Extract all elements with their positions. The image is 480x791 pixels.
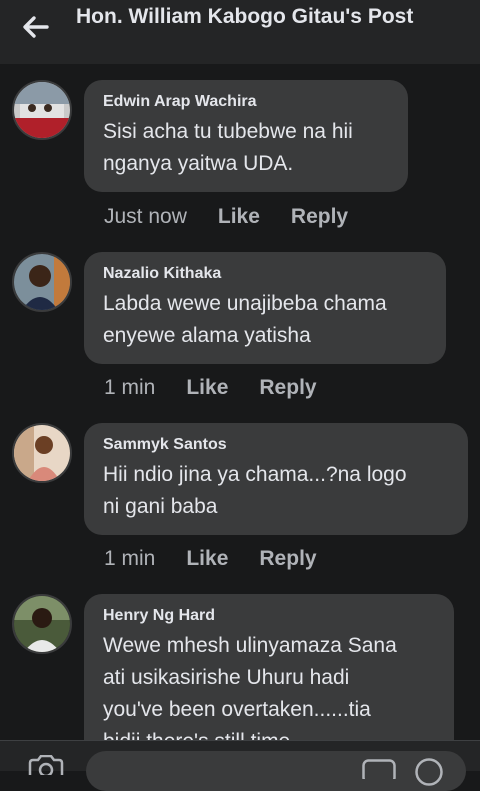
comment-text: Sisi acha tu tubebwe na hii nganya yaitw… — [103, 120, 353, 175]
comment-actions: Just now Like Reply — [104, 202, 348, 232]
comment-time: Just now — [104, 205, 187, 228]
comment-bubble[interactable]: Henry Ng Hard Wewe mhesh ulinyamaza Sana… — [84, 594, 454, 764]
comment-text: Hii ndio jina ya chama...?na logo ni gan… — [103, 463, 407, 518]
comment-time: 1 min — [104, 547, 156, 570]
avatar[interactable] — [12, 423, 72, 483]
comment-author[interactable]: Nazalio Kithaka — [103, 264, 428, 284]
comment-bubble[interactable]: Nazalio Kithaka Labda wewe unajibeba cha… — [84, 252, 446, 364]
like-button[interactable]: Like — [186, 376, 228, 400]
comment-input[interactable] — [86, 751, 466, 791]
comment-text: Wewe mhesh ulinyamaza Sana ati usikasiri… — [103, 634, 397, 753]
comment-author[interactable]: Sammyk Santos — [103, 435, 450, 455]
comment-actions: 1 min Like Reply — [104, 544, 317, 574]
comment-bubble[interactable]: Edwin Arap Wachira Sisi acha tu tubebwe … — [84, 80, 408, 192]
comment-bubble[interactable]: Sammyk Santos Hii ndio jina ya chama...?… — [84, 423, 468, 535]
comment-author[interactable]: Henry Ng Hard — [103, 606, 436, 626]
post-header: Hon. William Kabogo Gitau's Post — [0, 0, 480, 64]
reply-button[interactable]: Reply — [259, 547, 316, 571]
camera-icon[interactable] — [26, 755, 66, 775]
avatar[interactable] — [12, 80, 72, 140]
comment-composer — [0, 740, 480, 791]
reply-button[interactable]: Reply — [291, 205, 348, 229]
gif-icon[interactable] — [362, 759, 396, 779]
like-button[interactable]: Like — [186, 547, 228, 571]
arrow-left-icon — [23, 16, 49, 38]
back-button[interactable] — [16, 10, 56, 44]
comment-actions: 1 min Like Reply — [104, 373, 317, 403]
reply-button[interactable]: Reply — [259, 376, 316, 400]
comment-text: Labda wewe unajibeba chama enyewe alama … — [103, 292, 387, 347]
avatar[interactable] — [12, 594, 72, 654]
comment-time: 1 min — [104, 376, 156, 399]
like-button[interactable]: Like — [218, 205, 260, 229]
emoji-icon[interactable] — [414, 757, 444, 787]
page-title: Hon. William Kabogo Gitau's Post — [76, 5, 414, 28]
comment-author[interactable]: Edwin Arap Wachira — [103, 92, 390, 112]
avatar[interactable] — [12, 252, 72, 312]
